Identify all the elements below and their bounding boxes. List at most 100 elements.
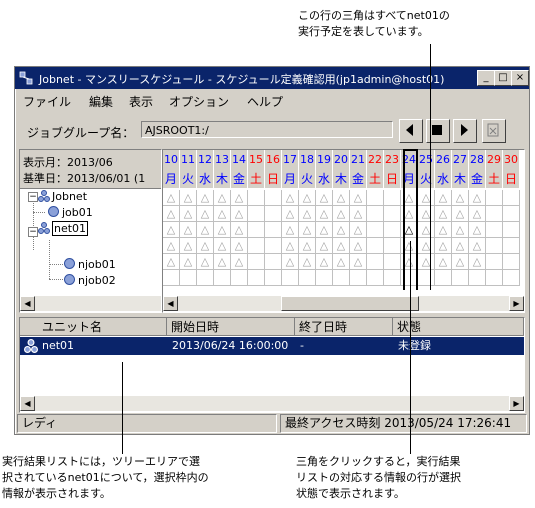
schedule-cell[interactable]: △ (180, 206, 197, 222)
schedule-cell[interactable]: △ (418, 254, 435, 270)
schedule-cell[interactable]: △ (350, 206, 367, 222)
collapse-icon[interactable]: − (28, 227, 38, 237)
schedule-cell[interactable]: △ (469, 254, 486, 270)
schedule-cell[interactable]: △ (180, 222, 197, 238)
scroll-left-button[interactable]: ◀ (20, 396, 35, 411)
schedule-cell[interactable]: △ (299, 254, 316, 270)
schedule-cell[interactable]: △ (435, 238, 452, 254)
schedule-cell[interactable]: △ (282, 222, 299, 238)
schedule-cell[interactable]: △ (197, 190, 214, 206)
schedule-cell[interactable]: △ (350, 238, 367, 254)
schedule-cell[interactable]: △ (214, 254, 231, 270)
scroll-left-button[interactable]: ◀ (20, 296, 35, 311)
tree-item-njob01[interactable]: njob01 (64, 258, 116, 271)
schedule-cell[interactable]: △ (197, 222, 214, 238)
schedule-cell[interactable]: △ (418, 206, 435, 222)
schedule-cell[interactable]: △ (163, 190, 180, 206)
schedule-cell[interactable]: △ (231, 206, 248, 222)
schedule-cell[interactable]: △ (163, 222, 180, 238)
schedule-cell[interactable]: △ (163, 238, 180, 254)
schedule-cell[interactable]: △ (180, 190, 197, 206)
schedule-cell[interactable]: △ (316, 190, 333, 206)
schedule-cell[interactable]: △ (282, 238, 299, 254)
schedule-cell[interactable]: △ (469, 238, 486, 254)
schedule-cell[interactable]: △ (316, 206, 333, 222)
schedule-cell[interactable]: △ (350, 222, 367, 238)
schedule-cell[interactable]: △ (469, 222, 486, 238)
schedule-cell[interactable]: △ (316, 238, 333, 254)
schedule-cell[interactable]: △ (163, 254, 180, 270)
schedule-cell[interactable]: △ (418, 238, 435, 254)
schedule-cell[interactable]: △ (435, 190, 452, 206)
scroll-left-button[interactable]: ◀ (163, 296, 178, 311)
schedule-cell[interactable]: △ (350, 254, 367, 270)
minimize-button[interactable]: _ (477, 70, 495, 86)
schedule-cell[interactable]: △ (180, 254, 197, 270)
schedule-cell[interactable]: △ (299, 238, 316, 254)
tree-horizontal-scrollbar[interactable]: ◀ (20, 296, 161, 311)
maximize-button[interactable]: □ (494, 70, 512, 86)
schedule-cell[interactable]: △ (282, 254, 299, 270)
schedule-cell[interactable]: △ (197, 254, 214, 270)
schedule-cell[interactable]: △ (214, 206, 231, 222)
schedule-cell[interactable]: △ (452, 206, 469, 222)
scroll-right-button[interactable]: ▶ (509, 396, 524, 411)
schedule-cell[interactable]: △ (333, 222, 350, 238)
schedule-cell[interactable]: △ (214, 190, 231, 206)
schedule-cell[interactable]: △ (333, 254, 350, 270)
list-horizontal-scrollbar[interactable]: ◀ ▶ (20, 396, 524, 411)
schedule-cell[interactable]: △ (452, 222, 469, 238)
menu-file[interactable]: ファイル (23, 93, 71, 110)
schedule-cell[interactable]: △ (418, 222, 435, 238)
schedule-cell[interactable]: △ (282, 190, 299, 206)
menu-view[interactable]: 表示 (129, 93, 153, 110)
schedule-cell[interactable]: △ (214, 238, 231, 254)
schedule-cell[interactable]: △ (333, 206, 350, 222)
jobgroup-field[interactable]: AJSROOT1:/ (141, 121, 393, 138)
schedule-cell[interactable]: △ (333, 238, 350, 254)
schedule-cell[interactable]: △ (231, 222, 248, 238)
column-header-start[interactable]: 開始日時 (167, 318, 295, 336)
schedule-cell[interactable]: △ (231, 254, 248, 270)
schedule-cell[interactable]: △ (435, 222, 452, 238)
menu-help[interactable]: ヘルプ (247, 93, 283, 110)
schedule-cell[interactable]: △ (418, 190, 435, 206)
schedule-cell[interactable]: △ (452, 190, 469, 206)
schedule-cell[interactable]: △ (316, 254, 333, 270)
calendar-horizontal-scrollbar[interactable]: ◀ ▶ (163, 296, 524, 311)
scroll-thumb[interactable] (281, 296, 419, 311)
column-header-status[interactable]: 状態 (393, 318, 524, 336)
schedule-cell[interactable]: △ (282, 206, 299, 222)
schedule-cell[interactable]: △ (163, 206, 180, 222)
schedule-cell[interactable]: △ (316, 222, 333, 238)
schedule-cell[interactable]: △ (299, 190, 316, 206)
schedule-cell[interactable]: △ (197, 238, 214, 254)
previous-button[interactable] (399, 119, 423, 143)
column-header-unit[interactable]: ユニット名 (20, 318, 167, 336)
schedule-cell[interactable]: △ (299, 206, 316, 222)
schedule-cell[interactable]: △ (350, 190, 367, 206)
schedule-cell[interactable]: △ (180, 238, 197, 254)
schedule-cell[interactable]: △ (435, 206, 452, 222)
schedule-cell[interactable]: △ (299, 222, 316, 238)
collapse-icon[interactable]: − (28, 192, 38, 202)
tree-item-njob02[interactable]: njob02 (64, 274, 116, 287)
schedule-cell[interactable]: △ (435, 254, 452, 270)
schedule-cell[interactable]: △ (231, 190, 248, 206)
schedule-cell[interactable]: △ (452, 238, 469, 254)
tree-item-job01[interactable]: job01 (48, 206, 93, 219)
tree-root-jobnet[interactable]: Jobnet (38, 190, 87, 203)
scroll-right-button[interactable]: ▶ (509, 296, 524, 311)
menu-options[interactable]: オプション (169, 93, 229, 110)
next-button[interactable] (453, 119, 477, 143)
schedule-cell[interactable]: △ (452, 254, 469, 270)
schedule-cell[interactable]: △ (469, 190, 486, 206)
column-header-end[interactable]: 終了日時 (295, 318, 393, 336)
table-row-selected[interactable]: net01 2013/06/24 16:00:00 - 未登録 (20, 337, 524, 355)
schedule-cell[interactable]: △ (333, 190, 350, 206)
schedule-cell[interactable]: △ (231, 238, 248, 254)
schedule-cell[interactable]: △ (214, 222, 231, 238)
schedule-cell[interactable]: △ (197, 206, 214, 222)
schedule-cell[interactable]: △ (469, 206, 486, 222)
tree-item-net01[interactable]: net01 (38, 221, 89, 236)
